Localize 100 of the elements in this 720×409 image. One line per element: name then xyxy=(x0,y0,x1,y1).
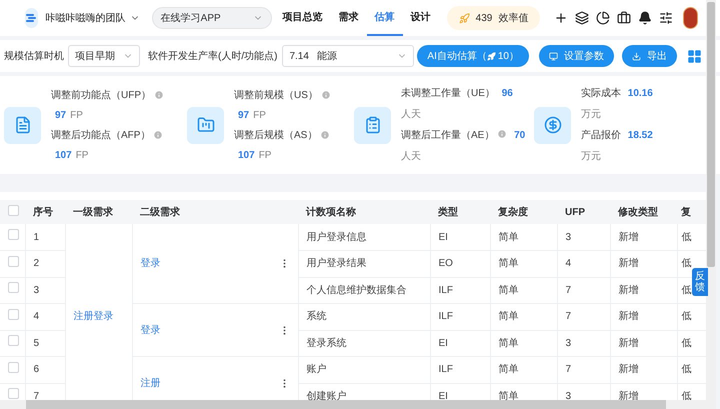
row-checkbox[interactable] xyxy=(8,205,19,216)
table-cell: EI xyxy=(438,232,448,242)
table-cell: 7 xyxy=(566,364,572,376)
row-checkbox[interactable] xyxy=(8,335,19,346)
table-cell: EI xyxy=(438,338,448,349)
settings-button[interactable]: 设置参数 xyxy=(539,45,614,67)
requirement-link[interactable]: 注册登录 xyxy=(74,311,114,322)
table-cell: EI xyxy=(438,390,448,402)
nav-tab[interactable]: 设计 xyxy=(402,0,439,36)
table-cell: ILF xyxy=(438,364,453,376)
column-header: 一级需求 xyxy=(73,206,113,218)
row-checkbox[interactable] xyxy=(8,362,19,373)
table-cell: 简单 xyxy=(498,258,518,270)
table-cell: 5 xyxy=(34,338,40,349)
table-cell: 简单 xyxy=(498,364,518,376)
yuan-icon xyxy=(534,106,571,144)
table-cell: 新增 xyxy=(618,258,638,270)
stat-label: 调整前功能点（UFP） xyxy=(51,88,151,102)
settings-icon[interactable] xyxy=(659,11,674,25)
grid-icon[interactable] xyxy=(687,48,702,64)
table-cell: 低 xyxy=(682,338,692,349)
add-icon[interactable] xyxy=(554,11,568,25)
bell-icon[interactable] xyxy=(638,11,652,25)
table-cell: ILF xyxy=(438,284,453,296)
table-cell: 1 xyxy=(34,232,40,242)
table-cell: 3 xyxy=(566,338,572,349)
table-cell: 简单 xyxy=(498,284,518,296)
horizontal-scrollbar[interactable] xyxy=(0,400,706,409)
nav-tab[interactable]: 需求 xyxy=(330,0,367,36)
table-cell: 7 xyxy=(566,284,572,296)
table-cell: 简单 xyxy=(498,338,518,349)
table-cell: 用户登录信息 xyxy=(306,232,366,242)
table-cell: 新增 xyxy=(618,311,638,322)
requirement-link[interactable]: 登录 xyxy=(140,322,160,338)
stat-label: 实际成本 xyxy=(581,88,621,99)
rate-domain: 能源 xyxy=(316,50,337,64)
rate-value: 7.14 xyxy=(289,50,309,64)
table-cell: 简单 xyxy=(498,390,518,402)
stat-value: 96 xyxy=(502,88,513,99)
row-checkbox[interactable] xyxy=(8,282,19,294)
table-cell: 简单 xyxy=(498,232,518,242)
nav-tab[interactable]: 项目总览 xyxy=(274,0,331,36)
stat-label: 调整后规模（AS） xyxy=(234,128,318,142)
table-cell: 新增 xyxy=(618,232,638,242)
ai-estimate-button[interactable]: AI自动估算（ 10） xyxy=(417,45,529,67)
column-header: 计数项名称 xyxy=(306,206,356,218)
efficiency-value: 439 xyxy=(476,12,492,26)
table-cell: 新增 xyxy=(618,390,638,402)
table-cell: 低 xyxy=(682,390,692,402)
briefcase-icon[interactable] xyxy=(617,11,632,25)
table-cell: 创建账户 xyxy=(306,390,346,402)
table-cell: 账户 xyxy=(306,364,326,376)
layers-icon[interactable] xyxy=(575,11,590,25)
efficiency-label: 效率值 xyxy=(498,12,528,26)
requirement-link[interactable]: 登录 xyxy=(140,256,160,271)
project-select[interactable]: 在线学习APP xyxy=(152,7,272,29)
table-cell: 2 xyxy=(34,258,40,270)
stat-value: 107 xyxy=(55,148,72,162)
requirement-link[interactable]: 注册 xyxy=(140,376,160,390)
export-button[interactable]: 导出 xyxy=(622,45,677,67)
stat-unit: FP xyxy=(76,148,88,162)
table-cell: 3 xyxy=(34,284,40,296)
stat-unit: 人天 xyxy=(401,109,421,120)
document-icon xyxy=(4,106,41,144)
column-header: 类型 xyxy=(438,206,458,218)
monitor-icon xyxy=(549,52,558,60)
table-cell: 新增 xyxy=(618,364,638,376)
stat-value: 97 xyxy=(238,108,250,122)
column-header: 修改类型 xyxy=(618,206,658,218)
table-cell: 低 xyxy=(682,364,692,376)
stat-unit: 万元 xyxy=(581,109,601,120)
row-checkbox[interactable] xyxy=(8,308,19,320)
row-checkbox[interactable] xyxy=(8,388,19,400)
stat-value: 10.16 xyxy=(628,88,653,99)
rate-label: 软件开发生产率(人时/功能点) xyxy=(148,50,278,64)
table-cell: 低 xyxy=(682,258,692,270)
table-cell: 4 xyxy=(566,258,572,270)
pie-chart-icon[interactable] xyxy=(596,11,610,25)
stat-unit: 人天 xyxy=(401,151,421,162)
table-cell: ILF xyxy=(438,311,453,322)
vertical-scrollbar[interactable] xyxy=(706,0,716,409)
column-header: 二级需求 xyxy=(140,206,180,218)
stat-label: 调整后功能点（AFP） xyxy=(51,128,150,142)
timing-label: 规模估算时机 xyxy=(4,50,64,64)
column-header: 序号 xyxy=(33,206,53,218)
table-cell: 7 xyxy=(566,311,572,322)
table-cell: 4 xyxy=(34,311,40,322)
team-dropdown[interactable]: 咔嗞咔嗞嗨的团队 xyxy=(46,10,140,26)
table-cell: EO xyxy=(438,258,453,270)
rate-select[interactable]: 7.14 能源 xyxy=(282,45,414,67)
feedback-tab[interactable]: 反馈 xyxy=(692,268,708,296)
timing-select[interactable]: 项目早期 xyxy=(68,45,140,67)
table-cell: 3 xyxy=(566,232,572,242)
avatar[interactable] xyxy=(683,7,698,29)
row-checkbox[interactable] xyxy=(8,229,19,240)
table-cell: 3 xyxy=(566,390,572,402)
nav-tab[interactable]: 估算 xyxy=(366,0,403,36)
rocket-icon xyxy=(458,12,470,24)
row-checkbox[interactable] xyxy=(8,256,19,267)
table-cell: 低 xyxy=(682,232,692,242)
